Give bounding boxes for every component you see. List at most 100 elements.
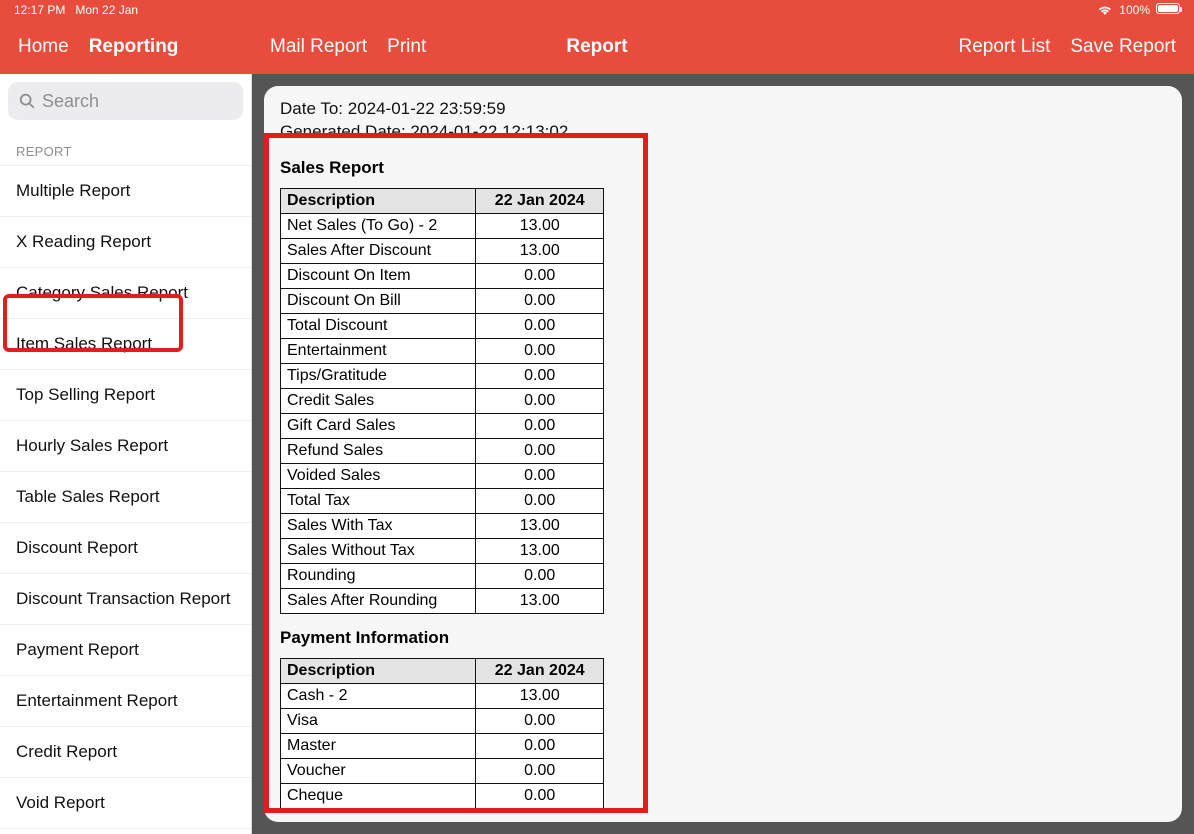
row-value: 0.00 xyxy=(476,263,604,288)
row-value: 13.00 xyxy=(476,538,604,563)
row-value: 0.00 xyxy=(476,563,604,588)
sidebar-item[interactable]: Discount Transaction Report xyxy=(0,574,251,625)
table-row: Sales Without Tax13.00 xyxy=(281,538,604,563)
row-description: Rounding xyxy=(281,563,476,588)
mail-report-button[interactable]: Mail Report xyxy=(270,36,367,58)
page-title: Report xyxy=(566,36,627,58)
row-value: 0.00 xyxy=(476,388,604,413)
search-icon xyxy=(18,92,36,110)
sidebar-item[interactable]: Discount Report xyxy=(0,523,251,574)
sales-report-table: Description 22 Jan 2024 Net Sales (To Go… xyxy=(280,188,604,614)
table-row: Sales After Rounding13.00 xyxy=(281,588,604,613)
report-list-button[interactable]: Report List xyxy=(959,36,1051,58)
date-to-value: 2024-01-22 23:59:59 xyxy=(348,99,506,118)
table-row: Voided Sales0.00 xyxy=(281,463,604,488)
table-row: Rounding0.00 xyxy=(281,563,604,588)
sidebar-item[interactable]: X Reading Report xyxy=(0,217,251,268)
generated-date-label: Generated Date: xyxy=(280,122,410,141)
table-row: Voucher0.00 xyxy=(281,758,604,783)
table-row: Sales After Discount13.00 xyxy=(281,238,604,263)
row-value: 0.00 xyxy=(476,288,604,313)
table-row: Discount On Item0.00 xyxy=(281,263,604,288)
row-description: Sales Without Tax xyxy=(281,538,476,563)
sidebar-item[interactable]: Table Sales Report xyxy=(0,472,251,523)
sidebar-item[interactable]: Entertainment Report xyxy=(0,676,251,727)
sidebar-item[interactable]: Payment Report xyxy=(0,625,251,676)
table-row: Visa0.00 xyxy=(281,708,604,733)
row-description: Sales With Tax xyxy=(281,513,476,538)
row-description: Total Discount xyxy=(281,313,476,338)
row-value: 0.00 xyxy=(476,733,604,758)
print-button[interactable]: Print xyxy=(387,36,426,58)
main-content: Date To: 2024-01-22 23:59:59 Generated D… xyxy=(252,74,1194,834)
table-row: Master0.00 xyxy=(281,733,604,758)
battery-icon xyxy=(1156,3,1180,17)
table-row: Net Sales (To Go) - 213.00 xyxy=(281,213,604,238)
table-row: Gift Card Sales0.00 xyxy=(281,413,604,438)
row-description: Sales After Rounding xyxy=(281,588,476,613)
row-value: 13.00 xyxy=(476,513,604,538)
row-description: Entertainment xyxy=(281,338,476,363)
status-battery-percent: 100% xyxy=(1119,3,1150,17)
toolbar: Home Reporting Mail Report Print Report … xyxy=(0,20,1194,74)
table-row: Entertainment0.00 xyxy=(281,338,604,363)
row-description: Voucher xyxy=(281,758,476,783)
search-field[interactable] xyxy=(8,82,243,120)
sidebar-item[interactable]: Hourly Sales Report xyxy=(0,421,251,472)
row-description: Master xyxy=(281,733,476,758)
row-value: 0.00 xyxy=(476,313,604,338)
sidebar-section-label: REPORT xyxy=(0,128,251,165)
row-value: 0.00 xyxy=(476,488,604,513)
row-value: 0.00 xyxy=(476,758,604,783)
sidebar-item[interactable]: Top Selling Report xyxy=(0,370,251,421)
status-bar: 12:17 PM Mon 22 Jan 100% xyxy=(0,0,1194,20)
row-description: Net Sales (To Go) - 2 xyxy=(281,213,476,238)
row-description: Cheque xyxy=(281,783,476,808)
table-row: Total Discount0.00 xyxy=(281,313,604,338)
sidebar: REPORT Multiple ReportX Reading ReportCa… xyxy=(0,74,252,834)
sidebar-list: Multiple ReportX Reading ReportCategory … xyxy=(0,165,251,829)
row-description: Sales After Discount xyxy=(281,238,476,263)
home-button[interactable]: Home xyxy=(18,36,69,58)
row-description: Cash - 2 xyxy=(281,683,476,708)
row-description: Discount On Item xyxy=(281,263,476,288)
sidebar-item[interactable]: Category Sales Report xyxy=(0,268,251,319)
row-description: Discount On Bill xyxy=(281,288,476,313)
sidebar-item[interactable]: Credit Report xyxy=(0,727,251,778)
row-value: 0.00 xyxy=(476,338,604,363)
row-value: 13.00 xyxy=(476,683,604,708)
row-value: 13.00 xyxy=(476,588,604,613)
row-description: Tips/Gratitude xyxy=(281,363,476,388)
search-input[interactable] xyxy=(42,91,233,112)
table-row: Cheque0.00 xyxy=(281,783,604,808)
table-row: Sales With Tax13.00 xyxy=(281,513,604,538)
table-row: Cash - 213.00 xyxy=(281,683,604,708)
save-report-button[interactable]: Save Report xyxy=(1070,36,1176,58)
table-row: Refund Sales0.00 xyxy=(281,438,604,463)
row-value: 0.00 xyxy=(476,708,604,733)
table-row: Tips/Gratitude0.00 xyxy=(281,363,604,388)
wifi-icon xyxy=(1097,4,1113,16)
row-description: Voided Sales xyxy=(281,463,476,488)
sidebar-item[interactable]: Void Report xyxy=(0,778,251,829)
sidebar-item[interactable]: Item Sales Report xyxy=(0,319,251,370)
row-description: Total Tax xyxy=(281,488,476,513)
row-value: 13.00 xyxy=(476,213,604,238)
payment-info-title: Payment Information xyxy=(280,628,1166,648)
sales-col-description: Description xyxy=(281,188,476,213)
sales-report-title: Sales Report xyxy=(280,158,1166,178)
report-paper: Date To: 2024-01-22 23:59:59 Generated D… xyxy=(264,86,1182,822)
table-row: Credit Sales0.00 xyxy=(281,388,604,413)
payment-info-table: Description 22 Jan 2024 Cash - 213.00Vis… xyxy=(280,658,604,809)
row-description: Visa xyxy=(281,708,476,733)
row-value: 0.00 xyxy=(476,783,604,808)
row-value: 0.00 xyxy=(476,438,604,463)
payment-col-description: Description xyxy=(281,658,476,683)
row-value: 13.00 xyxy=(476,238,604,263)
table-row: Discount On Bill0.00 xyxy=(281,288,604,313)
sidebar-item[interactable]: Multiple Report xyxy=(0,165,251,217)
row-description: Refund Sales xyxy=(281,438,476,463)
reporting-tab[interactable]: Reporting xyxy=(89,36,179,58)
row-value: 0.00 xyxy=(476,463,604,488)
row-description: Credit Sales xyxy=(281,388,476,413)
